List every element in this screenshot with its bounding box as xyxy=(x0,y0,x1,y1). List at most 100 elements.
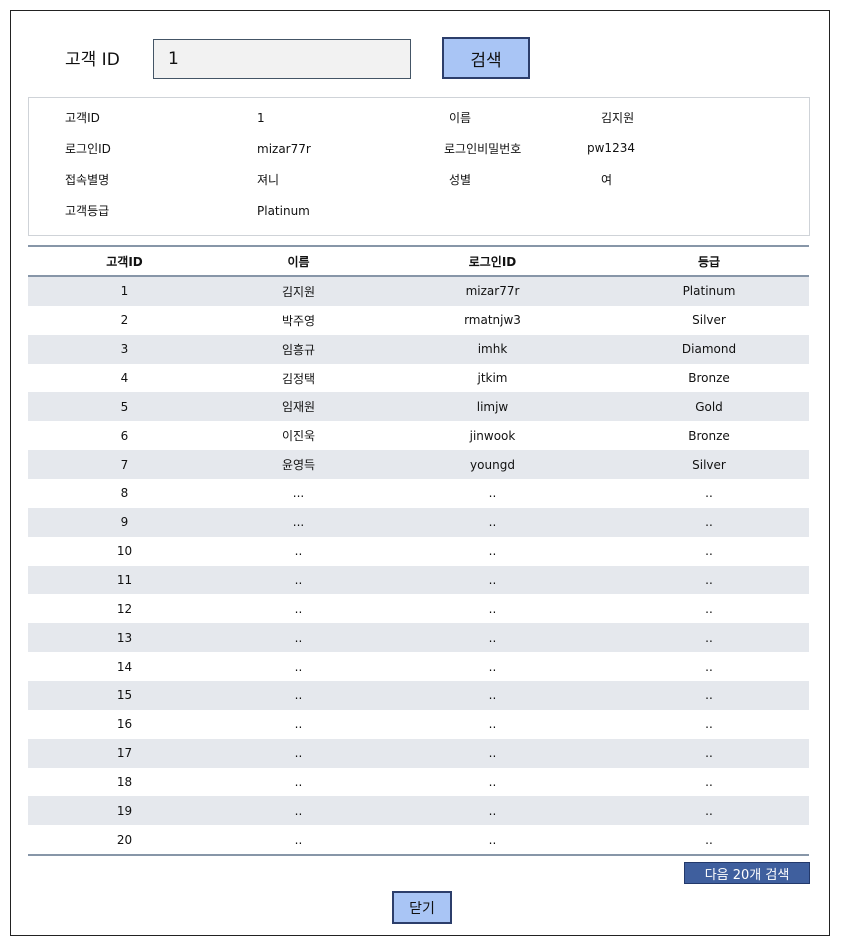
cell-name: 김정택 xyxy=(221,363,376,393)
cell-name: 이진욱 xyxy=(221,421,376,451)
customer-list-table: 고객ID 이름 로그인ID 등급 1 김지원 mizar77r Platinum 2 박주… xyxy=(28,245,809,857)
table-row[interactable]: 15...... xyxy=(28,681,809,710)
cell-grade: .. xyxy=(609,681,809,710)
cell-login-id: .. xyxy=(376,594,609,624)
table-row[interactable]: 17...... xyxy=(28,738,809,768)
cell-name: 임흥규 xyxy=(221,334,376,364)
table-row[interactable]: 20...... xyxy=(28,825,809,857)
cell-customer-id: 14 xyxy=(28,652,221,682)
table-header-row: 고객ID 이름 로그인ID 등급 xyxy=(28,245,809,277)
detail-grade-label: 고객등급 xyxy=(65,204,110,218)
table-row[interactable]: 14...... xyxy=(28,652,809,682)
detail-gender-label: 성별 xyxy=(449,173,472,187)
table-row[interactable]: 13...... xyxy=(28,623,809,653)
cell-login-id: jtkim xyxy=(376,363,609,393)
table-row[interactable]: 7 윤영득 youngd Silver xyxy=(28,450,809,480)
table-row[interactable]: 8....... xyxy=(28,479,809,508)
detail-name-label: 이름 xyxy=(449,111,472,125)
detail-nickname-value: 져니 xyxy=(257,173,280,187)
cell-login-id: .. xyxy=(376,709,609,739)
cell-name: 김지원 xyxy=(221,276,376,306)
column-header-grade: 등급 xyxy=(609,245,809,277)
cell-login-id: jinwook xyxy=(376,421,609,451)
cell-name: .. xyxy=(221,565,376,595)
customer-id-search-input[interactable] xyxy=(153,39,411,79)
table-row[interactable]: 6 이진욱 jinwook Bronze xyxy=(28,421,809,451)
detail-customer-id-value: 1 xyxy=(257,111,265,125)
customer-detail-panel: 고객ID 1 이름 김지원 로그인ID mizar77r 로그인비밀번호 pw1… xyxy=(28,97,810,236)
cell-name: .. xyxy=(221,652,376,682)
cell-grade: Silver xyxy=(609,450,809,480)
table-row[interactable]: 4 김정택 jtkim Bronze xyxy=(28,363,809,393)
cell-customer-id: 10 xyxy=(28,536,221,566)
cell-grade: Gold xyxy=(609,392,809,422)
cell-grade: .. xyxy=(609,507,809,537)
detail-customer-id-label: 고객ID xyxy=(65,111,100,125)
close-button[interactable]: 닫기 xyxy=(392,891,452,924)
column-header-name: 이름 xyxy=(221,245,376,277)
cell-grade: Bronze xyxy=(609,363,809,393)
cell-customer-id: 7 xyxy=(28,450,221,480)
cell-customer-id: 16 xyxy=(28,709,221,739)
cell-login-id: .. xyxy=(376,825,609,857)
next-20-search-button[interactable]: 다음 20개 검색 xyxy=(684,862,810,884)
cell-grade: Diamond xyxy=(609,334,809,364)
cell-login-id: .. xyxy=(376,507,609,537)
cell-customer-id: 12 xyxy=(28,594,221,624)
table-row[interactable]: 1 김지원 mizar77r Platinum xyxy=(28,276,809,306)
cell-customer-id: 6 xyxy=(28,421,221,451)
cell-customer-id: 2 xyxy=(28,305,221,335)
cell-name: 윤영득 xyxy=(221,450,376,480)
table-row[interactable]: 3 임흥규 imhk Diamond xyxy=(28,334,809,364)
cell-login-id: youngd xyxy=(376,450,609,480)
detail-name-value: 김지원 xyxy=(601,111,635,125)
cell-login-id: .. xyxy=(376,681,609,710)
cell-grade: .. xyxy=(609,738,809,768)
column-header-customer-id: 고객ID xyxy=(28,245,221,277)
detail-login-password-value: pw1234 xyxy=(587,141,635,155)
table-row[interactable]: 16...... xyxy=(28,709,809,739)
table-row[interactable]: 12...... xyxy=(28,594,809,624)
cell-customer-id: 1 xyxy=(28,276,221,306)
cell-login-id: .. xyxy=(376,652,609,682)
cell-grade: .. xyxy=(609,536,809,566)
cell-grade: .. xyxy=(609,709,809,739)
cell-grade: .. xyxy=(609,796,809,826)
cell-grade: .. xyxy=(609,767,809,797)
table-row[interactable]: 19...... xyxy=(28,796,809,826)
table-row[interactable]: 18...... xyxy=(28,767,809,797)
column-header-login-id: 로그인ID xyxy=(376,245,609,277)
search-button[interactable]: 검색 xyxy=(442,37,530,79)
cell-name: ... xyxy=(221,479,376,508)
cell-grade: .. xyxy=(609,594,809,624)
table-row[interactable]: 10...... xyxy=(28,536,809,566)
cell-customer-id: 9 xyxy=(28,507,221,537)
detail-nickname-label: 접속별명 xyxy=(65,173,110,187)
detail-gender-value: 여 xyxy=(601,173,613,187)
cell-grade: .. xyxy=(609,623,809,653)
cell-name: 박주영 xyxy=(221,305,376,335)
cell-name: .. xyxy=(221,623,376,653)
cell-customer-id: 15 xyxy=(28,681,221,710)
cell-login-id: .. xyxy=(376,767,609,797)
cell-customer-id: 18 xyxy=(28,767,221,797)
table-row[interactable]: 5 임재원 limjw Gold xyxy=(28,392,809,422)
cell-login-id: limjw xyxy=(376,392,609,422)
cell-grade: .. xyxy=(609,825,809,857)
cell-customer-id: 20 xyxy=(28,825,221,857)
cell-grade: .. xyxy=(609,652,809,682)
table-row[interactable]: 2 박주영 rmatnjw3 Silver xyxy=(28,305,809,335)
cell-login-id: .. xyxy=(376,796,609,826)
cell-name: .. xyxy=(221,738,376,768)
detail-login-id-label: 로그인ID xyxy=(65,142,111,156)
table-row[interactable]: 9....... xyxy=(28,507,809,537)
cell-name: .. xyxy=(221,796,376,826)
cell-login-id: .. xyxy=(376,565,609,595)
cell-login-id: .. xyxy=(376,623,609,653)
cell-name: .. xyxy=(221,709,376,739)
table-row[interactable]: 11...... xyxy=(28,565,809,595)
cell-name: .. xyxy=(221,594,376,624)
detail-grade-value: Platinum xyxy=(257,204,310,218)
cell-customer-id: 5 xyxy=(28,392,221,422)
cell-name: ... xyxy=(221,507,376,537)
